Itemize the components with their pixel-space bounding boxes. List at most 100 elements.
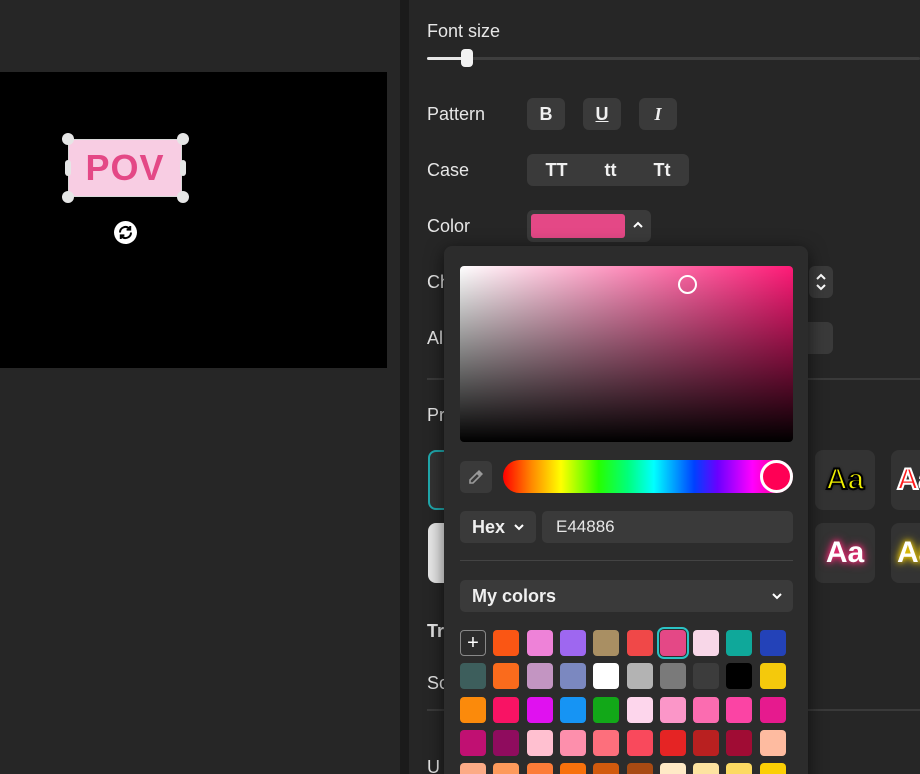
color-swatch[interactable] (726, 763, 753, 774)
canvas-area: POV (0, 0, 400, 774)
color-swatch[interactable] (593, 696, 620, 723)
preset-pink-glow[interactable]: Aa (815, 523, 875, 583)
overlay-text: POV (85, 147, 165, 188)
add-color-button[interactable]: + (460, 630, 486, 656)
color-swatch[interactable] (759, 729, 786, 756)
color-swatch[interactable] (626, 763, 653, 774)
case-segmented-control: TT tt Tt (527, 154, 689, 186)
under-label: U (427, 757, 440, 774)
color-swatch[interactable] (526, 696, 553, 723)
eyedropper-button[interactable] (460, 461, 492, 493)
color-swatch[interactable] (460, 729, 486, 756)
color-swatch[interactable] (759, 763, 786, 774)
preset-gold-glow[interactable]: Aa (891, 523, 920, 583)
color-swatch[interactable] (593, 663, 620, 690)
color-swatch[interactable] (759, 696, 786, 723)
text-overlay-box[interactable]: POV (68, 139, 182, 197)
color-swatch[interactable] (626, 729, 653, 756)
resize-handle-bottom-right[interactable] (177, 191, 189, 203)
color-swatch[interactable] (693, 630, 720, 656)
color-swatch[interactable] (493, 729, 520, 756)
color-swatch[interactable] (759, 663, 786, 690)
panel-divider[interactable] (400, 0, 409, 774)
my-colors-label: My colors (472, 585, 557, 606)
current-color-swatch (531, 214, 625, 238)
sv-cursor[interactable] (678, 275, 697, 294)
font-size-slider[interactable] (427, 49, 920, 67)
bold-button[interactable]: B (527, 98, 565, 130)
color-picker-button[interactable] (527, 210, 651, 242)
color-swatch[interactable] (526, 630, 553, 656)
resize-handle-top-right[interactable] (177, 133, 189, 145)
color-swatch[interactable] (460, 696, 486, 723)
hue-slider[interactable] (503, 460, 793, 493)
color-swatch[interactable] (526, 663, 553, 690)
eyedropper-icon (469, 470, 483, 484)
font-size-slider-thumb[interactable] (461, 49, 473, 67)
color-swatch[interactable] (526, 729, 553, 756)
hue-slider-thumb[interactable] (760, 460, 793, 493)
case-upper-option[interactable]: TT (546, 160, 568, 181)
color-swatch[interactable] (526, 763, 553, 774)
resize-handle-top-left[interactable] (62, 133, 74, 145)
hex-input[interactable]: E44886 (542, 511, 793, 543)
color-swatch[interactable] (493, 763, 520, 774)
color-swatch[interactable] (493, 696, 520, 723)
color-swatch[interactable] (626, 696, 653, 723)
color-swatch[interactable] (693, 763, 720, 774)
chevron-down-icon (514, 524, 524, 531)
color-swatch[interactable] (726, 696, 753, 723)
color-swatch[interactable] (559, 663, 586, 690)
video-preview[interactable] (0, 72, 387, 368)
color-swatch[interactable] (726, 729, 753, 756)
color-swatch[interactable] (693, 663, 720, 690)
color-swatch[interactable] (726, 663, 753, 690)
case-lower-option[interactable]: tt (605, 160, 617, 181)
color-swatch[interactable] (626, 663, 653, 690)
alignment-label: Al (427, 328, 444, 348)
transform-label: Tr (427, 621, 445, 641)
rotate-handle[interactable] (114, 221, 137, 244)
color-swatch[interactable] (626, 630, 653, 656)
chevron-down-icon (772, 593, 782, 600)
color-swatch[interactable] (559, 630, 586, 656)
color-swatch[interactable] (693, 729, 720, 756)
color-swatch[interactable] (656, 627, 689, 659)
color-label: Color (427, 216, 471, 236)
color-swatch[interactable] (659, 763, 686, 774)
color-swatch[interactable] (493, 663, 520, 690)
saturation-value-field[interactable] (460, 266, 793, 442)
preset-yellow-outline[interactable]: Aa (815, 450, 875, 510)
color-format-value: Hex (472, 516, 506, 537)
color-swatch[interactable] (559, 763, 586, 774)
resize-handle-right[interactable] (180, 160, 186, 176)
color-swatch[interactable] (693, 696, 720, 723)
color-format-select[interactable]: Hex (460, 511, 536, 543)
presets-label: Pr (427, 405, 445, 425)
color-swatch[interactable] (593, 763, 620, 774)
color-swatch[interactable] (493, 630, 520, 656)
my-colors-dropdown[interactable]: My colors (460, 580, 793, 612)
underline-button[interactable]: U (583, 98, 621, 130)
color-swatch[interactable] (593, 630, 620, 656)
color-swatch[interactable] (460, 663, 486, 690)
color-swatch[interactable] (593, 729, 620, 756)
color-swatch[interactable] (759, 630, 786, 656)
color-swatch[interactable] (659, 696, 686, 723)
preset-red-outline[interactable]: Aa (891, 450, 920, 510)
color-swatch[interactable] (559, 729, 586, 756)
pattern-label: Pattern (427, 104, 486, 124)
case-title-option[interactable]: Tt (654, 160, 671, 181)
resize-handle-left[interactable] (65, 160, 71, 176)
resize-handle-bottom-left[interactable] (62, 191, 74, 203)
color-swatch[interactable] (559, 696, 586, 723)
italic-button[interactable]: I (639, 98, 677, 130)
color-swatch[interactable] (659, 663, 686, 690)
color-swatch[interactable] (726, 630, 753, 656)
picker-divider (460, 560, 793, 561)
chevron-up-icon (633, 221, 643, 228)
char-spacing-stepper[interactable] (809, 266, 833, 298)
color-swatch[interactable] (460, 763, 486, 774)
color-swatch[interactable] (659, 729, 686, 756)
case-label: Case (427, 160, 470, 180)
